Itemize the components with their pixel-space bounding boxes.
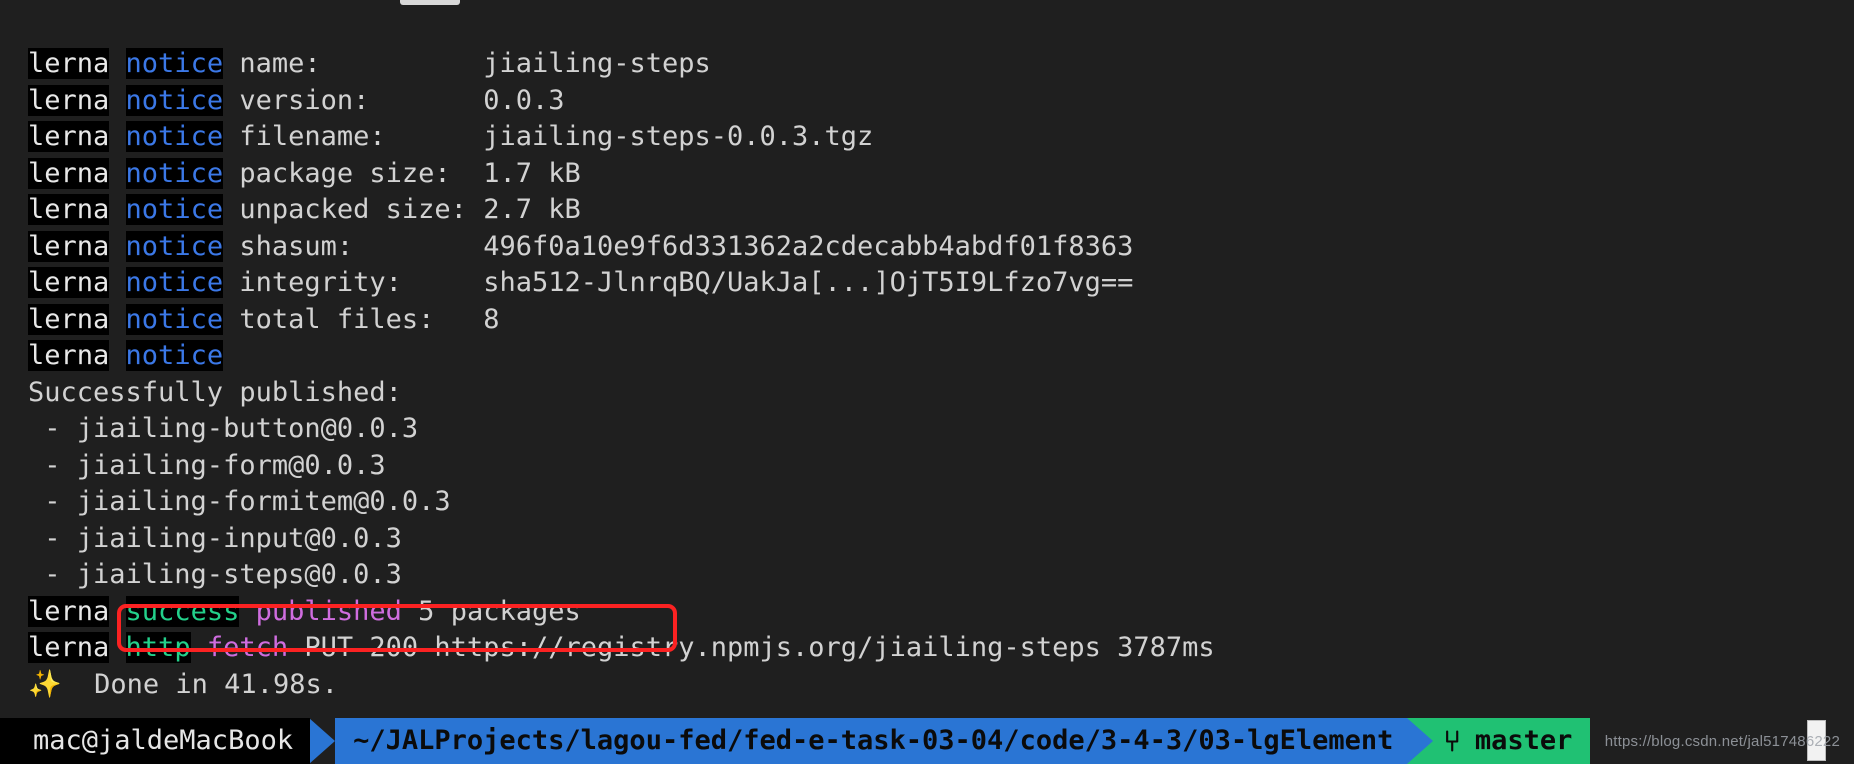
log-key: unpacked size: <box>223 194 484 225</box>
successfully-published-heading: Successfully published: <box>0 375 1854 412</box>
package-name: - jiailing-formitem@0.0.3 <box>28 486 451 517</box>
notice-tag: notice <box>125 340 224 371</box>
published-package-item: - jiailing-form@0.0.3 <box>0 448 1854 485</box>
prompt-path: ~/JALProjects/lagou-fed/fed-e-task-03-04… <box>335 718 1408 764</box>
log-line-blank-notice: lerna notice <box>0 338 1854 375</box>
http-tag: http <box>125 632 191 663</box>
log-value: 496f0a10e9f6d331362a2cdecabb4abdf01f8363 <box>483 230 1134 262</box>
log-value: jiailing-steps <box>483 48 711 79</box>
powerline-separator-path-git <box>1407 718 1434 764</box>
http-request-detail: PUT 200 https://registry.npmjs.org/jiail… <box>288 632 1215 663</box>
text-cursor <box>1807 720 1826 761</box>
log-value: 1.7 kB <box>483 157 581 189</box>
log-value: 2.7 kB <box>483 194 581 225</box>
published-package-item: - jiailing-formitem@0.0.3 <box>0 484 1854 521</box>
notice-tag: notice <box>125 303 224 335</box>
log-value: 0.0.3 <box>483 84 565 116</box>
powerline-separator-user-path <box>309 718 336 764</box>
notice-tag: notice <box>125 157 224 189</box>
notice-tag: notice <box>125 84 224 116</box>
window-notch <box>400 0 460 5</box>
lerna-tag: lerna <box>28 595 110 627</box>
log-key: total files: <box>223 303 484 335</box>
log-value: sha512-JlnrqBQ/UakJa[...]OjT5I9Lfzo7vg== <box>483 267 1134 298</box>
log-line-http-fetch: lerna http fetch PUT 200 https://registr… <box>0 630 1854 667</box>
log-line-integrity: lerna notice integrity: sha512-JlnrqBQ/U… <box>0 265 1854 302</box>
lerna-tag: lerna <box>28 267 110 298</box>
done-text: Done in 41.98s. <box>61 668 338 700</box>
prompt-path-label: ~/JALProjects/lagou-fed/fed-e-task-03-04… <box>353 724 1394 756</box>
sparkles-icon: ✨ <box>28 668 62 700</box>
log-value: 8 <box>483 303 500 335</box>
notice-tag: notice <box>125 267 224 298</box>
prompt-user-host-label: mac@jaldeMacBook <box>33 724 294 756</box>
log-key: package size: <box>223 157 484 189</box>
lerna-tag: lerna <box>28 340 110 371</box>
log-value: jiailing-steps-0.0.3.tgz <box>483 121 874 152</box>
notice-tag: notice <box>125 194 224 225</box>
log-line-total-files: lerna notice total files: 8 <box>0 302 1854 339</box>
package-name: - jiailing-steps@0.0.3 <box>28 559 402 590</box>
lerna-tag: lerna <box>28 303 110 335</box>
log-key: name: <box>223 48 484 79</box>
log-line-version: lerna notice version: 0.0.3 <box>0 83 1854 120</box>
lerna-tag: lerna <box>28 194 110 225</box>
log-line-package-size: lerna notice package size: 1.7 kB <box>0 156 1854 193</box>
success-tag: success <box>125 595 240 627</box>
git-branch-icon: ⑂ <box>1443 723 1461 758</box>
log-key: version: <box>223 84 484 116</box>
terminal-window: lerna notice name: jiailing-steps lerna … <box>0 0 1854 764</box>
log-line-shasum: lerna notice shasum: 496f0a10e9f6d331362… <box>0 229 1854 266</box>
notice-tag: notice <box>125 230 224 262</box>
package-name: - jiailing-button@0.0.3 <box>28 413 419 444</box>
heading-text: Successfully published: <box>28 376 402 408</box>
prompt-branch-label: master <box>1474 724 1573 756</box>
published-package-item: - jiailing-button@0.0.3 <box>0 411 1854 448</box>
lerna-tag: lerna <box>28 230 110 262</box>
package-name: - jiailing-input@0.0.3 <box>28 522 402 554</box>
log-line-name: lerna notice name: jiailing-steps <box>0 46 1854 83</box>
prompt-git-branch: ⑂ master <box>1433 718 1591 764</box>
package-name: - jiailing-form@0.0.3 <box>28 449 386 481</box>
lerna-tag: lerna <box>28 48 110 79</box>
lerna-tag: lerna <box>28 121 110 152</box>
log-line-success-published: lerna success published 5 packages <box>0 594 1854 631</box>
log-line-unpacked-size: lerna notice unpacked size: 2.7 kB <box>0 192 1854 229</box>
log-key: integrity: <box>223 267 484 298</box>
lerna-tag: lerna <box>28 157 110 189</box>
notice-tag: notice <box>125 121 224 152</box>
log-key: shasum: <box>223 230 484 262</box>
shell-prompt: mac@jaldeMacBook ~/JALProjects/lagou-fed… <box>0 718 1854 764</box>
terminal-output: lerna notice name: jiailing-steps lerna … <box>0 46 1854 703</box>
log-key: filename: <box>223 121 484 152</box>
notice-tag: notice <box>125 48 224 79</box>
published-keyword: published <box>255 595 402 627</box>
prompt-user-host: mac@jaldeMacBook <box>0 718 310 764</box>
fetch-keyword: fetch <box>206 632 289 663</box>
published-package-item: - jiailing-input@0.0.3 <box>0 521 1854 558</box>
log-line-filename: lerna notice filename: jiailing-steps-0.… <box>0 119 1854 156</box>
published-package-item: - jiailing-steps@0.0.3 <box>0 557 1854 594</box>
done-line: ✨ Done in 41.98s. <box>0 667 1854 704</box>
lerna-tag: lerna <box>28 632 110 663</box>
published-count: 5 packages <box>401 595 581 627</box>
lerna-tag: lerna <box>28 84 110 116</box>
